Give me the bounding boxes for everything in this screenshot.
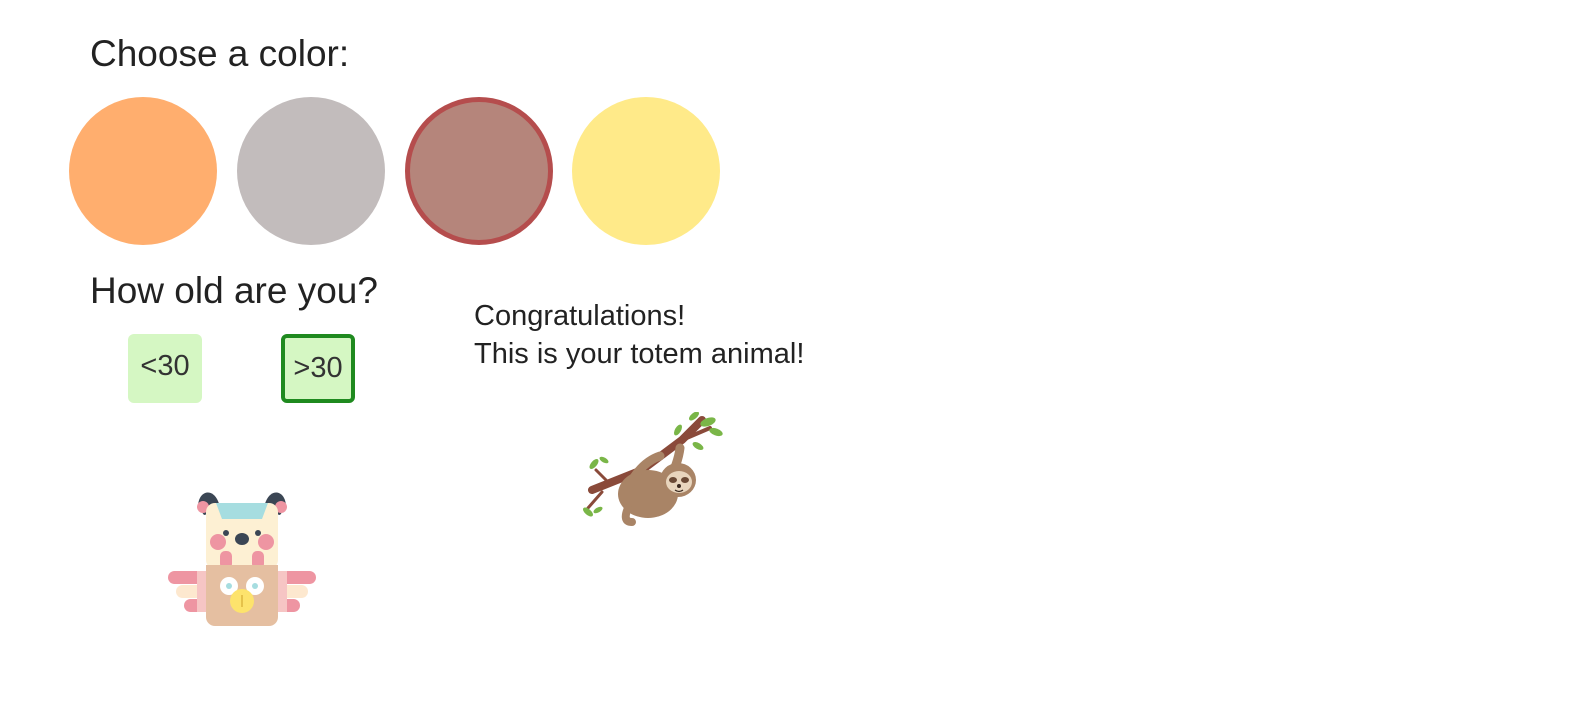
color-swatch-gray[interactable] bbox=[237, 97, 385, 245]
age-over-30-button[interactable]: >30 bbox=[281, 334, 355, 403]
totem-pole-icon bbox=[168, 492, 316, 626]
color-swatch-orange[interactable] bbox=[69, 97, 217, 245]
color-swatch-brown[interactable] bbox=[405, 97, 553, 245]
result-line-totem: This is your totem animal! bbox=[474, 338, 805, 370]
color-swatch-yellow[interactable] bbox=[572, 97, 720, 245]
page: Choose a color: How old are you? <30 >30… bbox=[0, 0, 1589, 716]
age-under-30-button[interactable]: <30 bbox=[128, 334, 202, 403]
color-heading: Choose a color: bbox=[90, 33, 350, 74]
age-heading: How old are you? bbox=[90, 270, 378, 311]
result-line-congratulations: Congratulations! bbox=[474, 300, 686, 332]
result-message: Congratulations! This is your totem anim… bbox=[474, 297, 804, 373]
sloth-illustration bbox=[583, 412, 723, 526]
